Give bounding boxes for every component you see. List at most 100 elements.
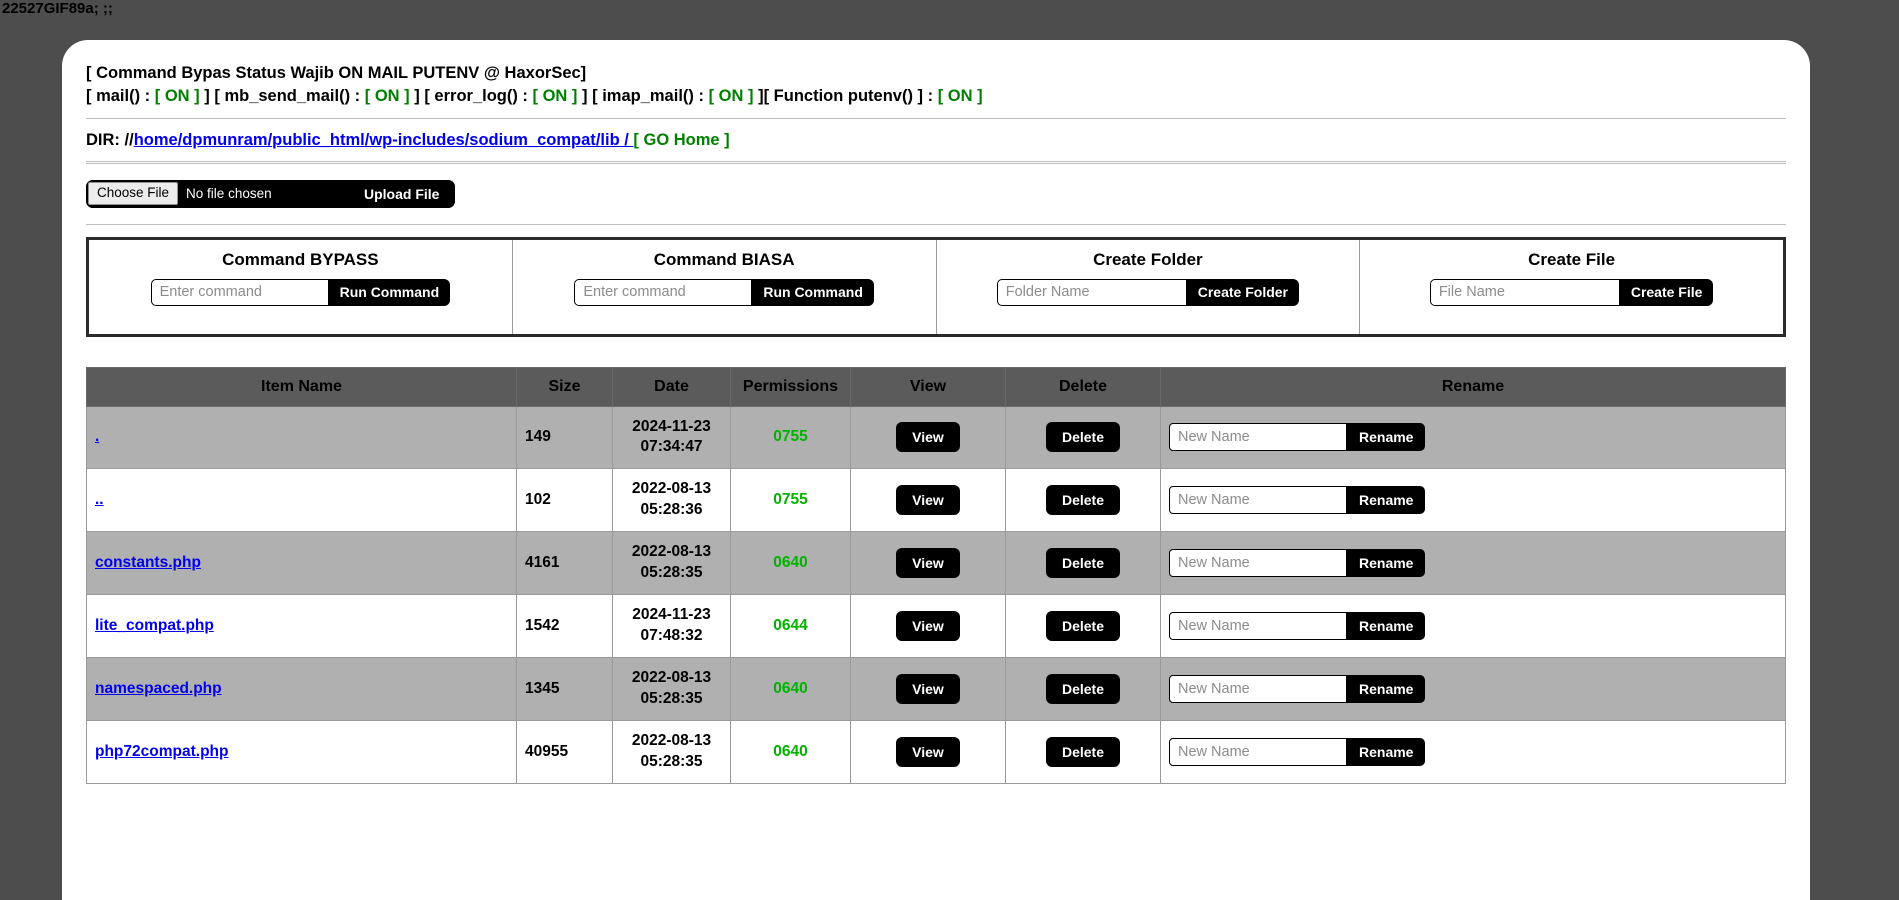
status-func-mail-close: ] bbox=[199, 86, 210, 105]
upload-form: Choose File No file chosen Upload File bbox=[86, 179, 456, 208]
go-home-link[interactable]: [ GO Home ] bbox=[633, 131, 729, 149]
command-bypass-input[interactable] bbox=[150, 278, 329, 306]
rename-button[interactable]: Rename bbox=[1347, 737, 1426, 766]
rename-input[interactable] bbox=[1169, 611, 1347, 640]
cell-date-time: 05:28:35 bbox=[640, 752, 703, 770]
status-func-errorlog-close: ] bbox=[577, 86, 588, 105]
cell-item-name: .. bbox=[86, 468, 517, 533]
view-button[interactable]: View bbox=[896, 673, 960, 704]
choose-file-button[interactable]: Choose File bbox=[88, 182, 179, 205]
cell-size: 40955 bbox=[516, 719, 613, 784]
cell-date: 2024-11-23 07:48:32 bbox=[612, 594, 731, 658]
view-button[interactable]: View bbox=[896, 422, 960, 453]
panel-row-create-file: Create File bbox=[1429, 278, 1714, 306]
rename-button[interactable]: Rename bbox=[1347, 423, 1426, 452]
delete-button[interactable]: Delete bbox=[1045, 548, 1121, 579]
panel-create-folder: Create Folder Create Folder bbox=[937, 239, 1361, 334]
dir-segment-sodium-compat[interactable]: sodium_compat bbox=[469, 131, 596, 149]
rename-input[interactable] bbox=[1169, 423, 1347, 452]
upload-file-button[interactable]: Upload File bbox=[348, 179, 456, 208]
dir-segment-dpmunram[interactable]: dpmunram bbox=[182, 131, 267, 149]
panel-row-command-bypass: Run Command bbox=[150, 278, 451, 306]
status-title: [ Command Bypas Status Wajib ON MAIL PUT… bbox=[86, 64, 587, 82]
table-row: .. 102 2022-08-13 05:28:36 0755 View Delete Ren… bbox=[86, 468, 1786, 533]
cell-item-name: lite_compat.php bbox=[86, 594, 517, 658]
delete-button[interactable]: Delete bbox=[1045, 736, 1121, 767]
dir-label: DIR: bbox=[86, 130, 120, 149]
cell-date-day: 2024-11-23 bbox=[632, 606, 711, 624]
status-func-errorlog-open: [ error_log() : bbox=[424, 86, 533, 105]
cell-rename: Rename bbox=[1160, 531, 1786, 596]
cell-date: 2022-08-13 05:28:35 bbox=[612, 719, 731, 784]
divider-upload-bottom bbox=[86, 223, 1786, 225]
cell-date: 2022-08-13 05:28:36 bbox=[612, 468, 731, 533]
file-input-wrap[interactable]: Choose File No file chosen bbox=[86, 179, 348, 208]
delete-button[interactable]: Delete bbox=[1045, 485, 1121, 516]
dir-segment-wp-includes[interactable]: wp-includes bbox=[369, 131, 464, 149]
cell-view: View bbox=[850, 719, 1006, 784]
cell-size: 1542 bbox=[516, 594, 613, 658]
view-button[interactable]: View bbox=[896, 485, 960, 516]
chosen-file-label: No file chosen bbox=[186, 186, 272, 202]
dir-segment-public-html[interactable]: public_html bbox=[272, 131, 365, 149]
rename-input[interactable] bbox=[1169, 486, 1347, 515]
create-file-button[interactable]: Create File bbox=[1619, 278, 1714, 306]
status-func-mbsendmail-open: [ mb_send_mail() : bbox=[214, 86, 365, 105]
view-button[interactable]: View bbox=[896, 610, 960, 641]
file-listing-table: Item Name Size Date Permissions View Del… bbox=[86, 366, 1786, 784]
run-command-bypass-button[interactable]: Run Command bbox=[328, 278, 451, 306]
panel-title-command-bypass: Command BYPASS bbox=[222, 249, 379, 269]
rename-input[interactable] bbox=[1169, 674, 1347, 703]
cell-delete: Delete bbox=[1005, 719, 1161, 784]
panel-title-create-file: Create File bbox=[1528, 249, 1616, 269]
delete-button[interactable]: Delete bbox=[1045, 673, 1121, 704]
item-name-link[interactable]: constants.php bbox=[95, 554, 201, 571]
cell-size: 102 bbox=[516, 468, 613, 533]
item-name-link[interactable]: namespaced.php bbox=[95, 680, 222, 697]
cell-permissions: 0640 bbox=[730, 656, 851, 721]
status-func-imapmail-open: [ imap_mail() : bbox=[592, 86, 709, 105]
delete-button[interactable]: Delete bbox=[1045, 422, 1121, 453]
rename-control: Rename bbox=[1169, 611, 1426, 640]
cell-delete: Delete bbox=[1005, 594, 1161, 658]
divider-top bbox=[86, 117, 1786, 119]
table-row: namespaced.php 1345 2022-08-13 05:28:35 0640… bbox=[86, 656, 1786, 721]
cell-date-time: 05:28:35 bbox=[640, 564, 703, 582]
rename-button[interactable]: Rename bbox=[1347, 549, 1426, 578]
column-header-delete: Delete bbox=[1005, 366, 1161, 407]
status-func-putenv-open: [ Function putenv() ] : bbox=[763, 86, 938, 105]
folder-name-input[interactable] bbox=[996, 278, 1187, 306]
item-name-link[interactable]: . bbox=[95, 428, 99, 445]
dir-segment-lib[interactable]: lib bbox=[600, 131, 619, 149]
view-button[interactable]: View bbox=[896, 548, 960, 579]
cell-rename: Rename bbox=[1160, 594, 1786, 658]
delete-button[interactable]: Delete bbox=[1045, 610, 1121, 641]
rename-control: Rename bbox=[1169, 674, 1426, 703]
cell-permissions: 0640 bbox=[730, 719, 851, 784]
rename-control: Rename bbox=[1169, 549, 1426, 578]
item-name-link[interactable]: .. bbox=[95, 491, 104, 508]
table-row: php72compat.php 40955 2022-08-13 05:28:35 06… bbox=[86, 719, 1786, 784]
panel-row-create-folder: Create Folder bbox=[996, 278, 1299, 306]
table-row: constants.php 4161 2022-08-13 05:28:35 0640 V… bbox=[86, 531, 1786, 596]
cell-delete: Delete bbox=[1005, 405, 1161, 470]
file-name-input[interactable] bbox=[1429, 278, 1620, 306]
create-folder-button[interactable]: Create Folder bbox=[1186, 278, 1299, 306]
rename-input[interactable] bbox=[1169, 549, 1347, 578]
rename-button[interactable]: Rename bbox=[1347, 486, 1426, 515]
rename-button[interactable]: Rename bbox=[1347, 611, 1426, 640]
cell-size: 4161 bbox=[516, 531, 613, 596]
item-name-link[interactable]: php72compat.php bbox=[95, 743, 228, 760]
rename-input[interactable] bbox=[1169, 737, 1347, 766]
status-func-mbsendmail-close: ] bbox=[409, 86, 420, 105]
dir-segment-home[interactable]: home bbox=[134, 131, 178, 149]
cell-date-time: 07:34:47 bbox=[640, 438, 703, 456]
view-button[interactable]: View bbox=[896, 736, 960, 767]
item-name-link[interactable]: lite_compat.php bbox=[95, 617, 214, 634]
rename-button[interactable]: Rename bbox=[1347, 674, 1426, 703]
dir-trailing-sep: / bbox=[619, 130, 634, 149]
command-biasa-input[interactable] bbox=[574, 278, 753, 306]
run-command-biasa-button[interactable]: Run Command bbox=[752, 278, 874, 306]
table-body: . 149 2024-11-23 07:34:47 0755 View Delete Rena… bbox=[86, 405, 1786, 784]
cell-delete: Delete bbox=[1005, 531, 1161, 596]
